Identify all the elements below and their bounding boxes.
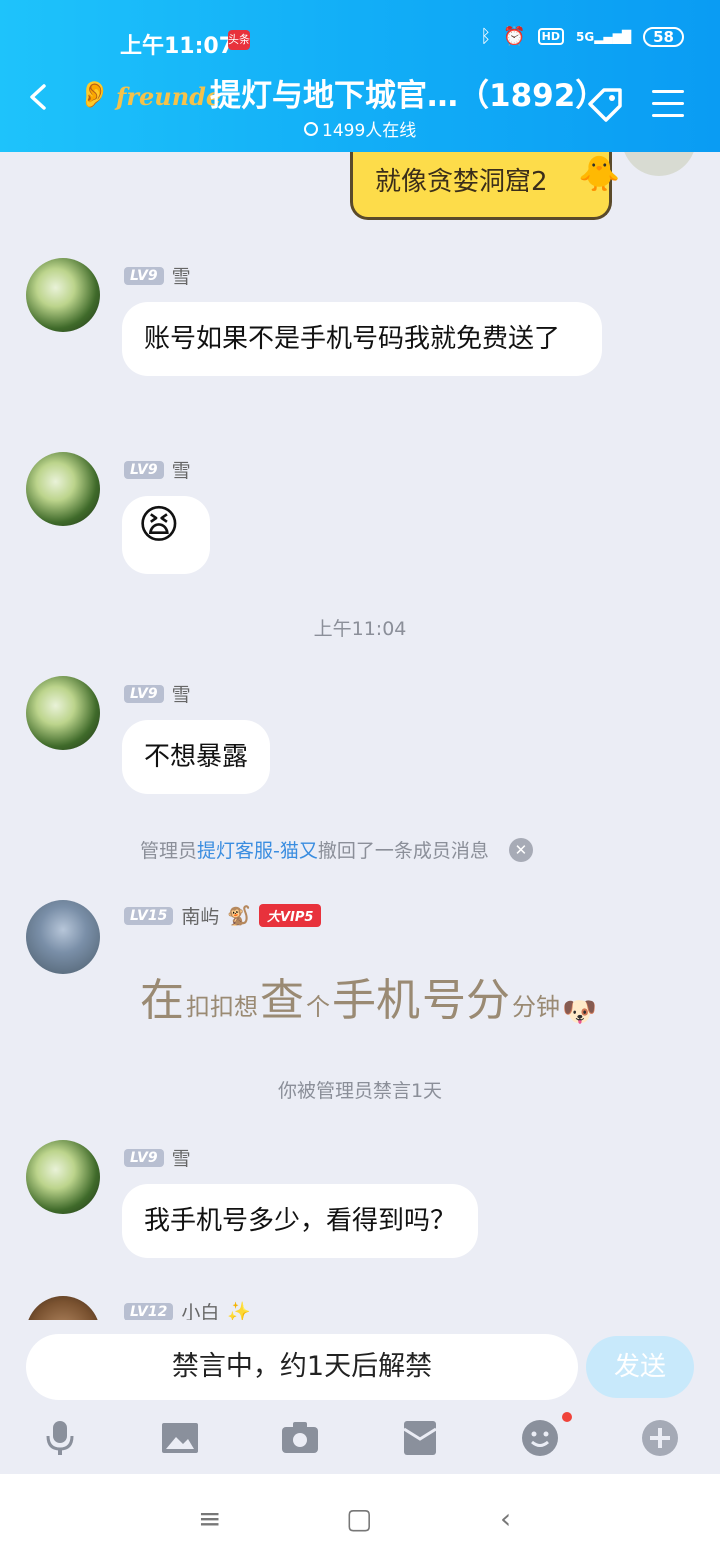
level-badge: LV9 — [124, 684, 164, 703]
sender-meta: LV12 小白 ✨ — [124, 1298, 251, 1320]
status-time: 上午11:07 — [120, 34, 235, 59]
system-nav-bar: ≡ ▢ ‹ — [0, 1474, 720, 1560]
back-arrow-icon[interactable] — [26, 84, 52, 110]
network-label: 5G — [576, 29, 595, 44]
status-bar: 上午11:07 头条 ᛒ ⏰ HD 5G▂▄▆█ 58 — [0, 24, 720, 60]
big-text-part: 分钟 — [512, 993, 560, 1021]
sender-name[interactable]: 南屿 — [181, 902, 219, 929]
plus-icon[interactable] — [640, 1418, 680, 1458]
status-icons: ᛒ ⏰ HD 5G▂▄▆█ 58 — [480, 26, 684, 47]
sender-name[interactable]: 小白 — [181, 1298, 219, 1320]
red-packet-icon[interactable] — [400, 1418, 440, 1458]
avatar[interactable] — [26, 900, 100, 974]
close-icon[interactable]: ✕ — [508, 837, 533, 862]
notice-suffix: 撤回了一条成员消息 — [317, 840, 489, 862]
level-badge: LV9 — [124, 266, 164, 285]
hd-icon: HD — [537, 28, 564, 45]
message-input[interactable]: 禁言中，约1天后解禁 — [26, 1334, 578, 1400]
toolbar — [0, 1412, 720, 1474]
message-list[interactable]: 就像贪婪洞窟2 🐥 LV9 雪 账号如果不是手机号码我就免费送了 LV9 雪 😫… — [0, 152, 720, 1320]
signal-icon: 5G▂▄▆█ — [576, 29, 632, 44]
avatar[interactable] — [26, 258, 100, 332]
avatar[interactable] — [26, 1140, 100, 1214]
online-count: 1499人在线 — [304, 116, 416, 141]
sender-name[interactable]: 雪 — [172, 456, 191, 483]
sender-name[interactable]: 雪 — [172, 1144, 191, 1171]
notification-dot — [562, 1412, 572, 1422]
ear-icon[interactable]: 👂 — [78, 80, 110, 110]
sticker-bubble[interactable]: 就像贪婪洞窟2 — [350, 152, 612, 220]
admin-name-link[interactable]: 提灯客服-猫又 — [197, 836, 318, 863]
chevron-down-icon — [304, 121, 318, 136]
nav-back-icon[interactable]: ‹ — [500, 1502, 511, 1535]
level-badge: LV9 — [124, 460, 164, 479]
camera-icon[interactable] — [280, 1418, 320, 1458]
group-brand: freunde — [116, 82, 222, 111]
sender-meta: LV9 雪 — [124, 1144, 191, 1171]
avatar[interactable] — [26, 676, 100, 750]
image-icon[interactable] — [160, 1418, 200, 1458]
level-badge: LV9 — [124, 1148, 164, 1167]
sender-name[interactable]: 雪 — [172, 262, 191, 289]
message-bubble[interactable]: 账号如果不是手机号码我就免费送了 — [122, 302, 602, 376]
notice-prefix: 管理员 — [140, 840, 198, 862]
big-text-part: 在 — [140, 975, 184, 1026]
avatar[interactable] — [26, 452, 100, 526]
avatar[interactable] — [26, 1296, 100, 1320]
level-badge: LV15 — [124, 906, 174, 925]
big-text-part: 个 — [306, 993, 330, 1021]
recent-apps-icon[interactable]: ≡ — [198, 1502, 221, 1535]
online-label: 1499人在线 — [322, 121, 417, 141]
level-badge: LV12 — [124, 1302, 174, 1320]
message-bubble[interactable]: 我手机号多少，看得到吗？ — [122, 1184, 479, 1258]
sender-meta: LV9 雪 — [124, 262, 191, 289]
sparkle-icon: ✨ — [227, 1301, 251, 1320]
sender-meta: LV9 雪 — [124, 680, 191, 707]
timestamp: 上午11:04 — [313, 618, 407, 640]
news-badge: 头条 — [228, 30, 250, 50]
vip-badge: 大VIP5 — [259, 904, 322, 927]
chick-sticker-icon: 🐥 — [578, 154, 621, 194]
big-text-part: 查 — [260, 975, 304, 1026]
other-avatar[interactable] — [622, 152, 696, 176]
sender-meta: LV9 雪 — [124, 456, 191, 483]
laughing-emoji-icon: 😫 — [138, 502, 180, 548]
group-title[interactable]: 提灯与地下城官…（1892） — [210, 70, 606, 115]
sender-name[interactable]: 雪 — [172, 680, 191, 707]
menu-icon[interactable] — [652, 90, 684, 118]
send-button[interactable]: 发送 — [586, 1336, 694, 1398]
chat-header: 上午11:07 头条 ᛒ ⏰ HD 5G▂▄▆█ 58 👂 freunde 提灯… — [0, 0, 720, 152]
input-bar: 禁言中，约1天后解禁 发送 — [0, 1320, 720, 1414]
recall-notice: 管理员 提灯客服-猫又 撤回了一条成员消息 ✕ — [140, 836, 533, 863]
bluetooth-icon: ᛒ — [480, 26, 492, 47]
group-tag-icon[interactable] — [584, 84, 626, 126]
emoji-icon[interactable] — [520, 1418, 560, 1458]
mute-notice: 你被管理员禁言1天 — [277, 1080, 443, 1102]
big-text-part: 扣扣想 — [186, 993, 258, 1021]
home-icon[interactable]: ▢ — [346, 1502, 372, 1535]
dog-emoji-icon: 🐶 — [562, 995, 597, 1028]
alarm-icon: ⏰ — [503, 26, 526, 47]
big-text-part: 号分 — [422, 975, 510, 1026]
big-text-part: 手机 — [332, 975, 420, 1026]
battery-icon: 58 — [643, 26, 684, 47]
sender-meta: LV15 南屿 🐒 大VIP5 — [124, 902, 322, 929]
mic-icon[interactable] — [40, 1418, 80, 1458]
message-bubble[interactable]: 不想暴露 — [122, 720, 271, 794]
message-bubble[interactable]: 😫 — [122, 496, 210, 574]
monkey-badge-icon: 🐒 — [227, 905, 251, 927]
big-font-message[interactable]: 在 扣扣想 查 个 手机 号分 分钟 🐶 — [140, 964, 597, 1028]
